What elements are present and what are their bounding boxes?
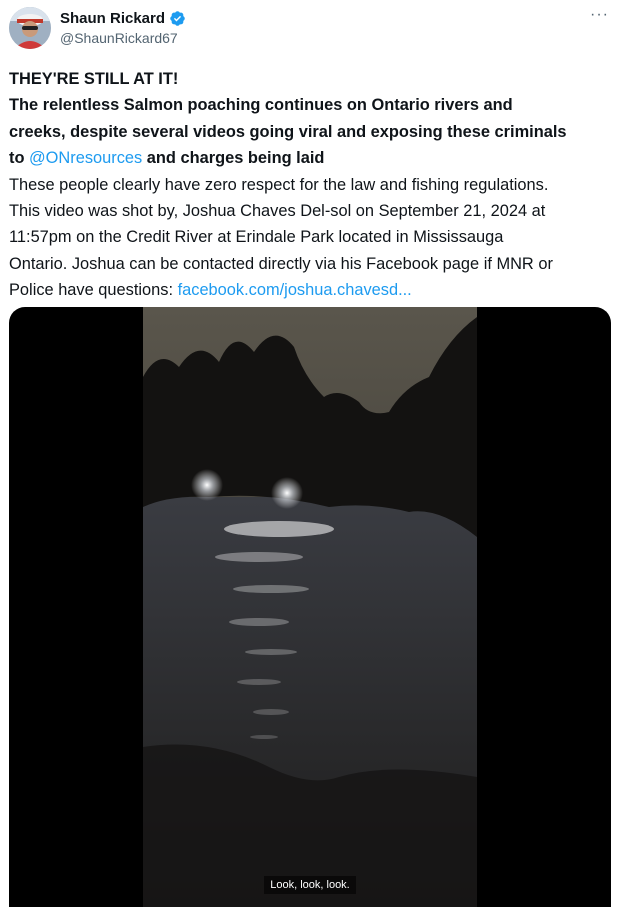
verified-badge-icon bbox=[169, 10, 186, 27]
post-body-line-5: Police have questions: facebook.com/josh… bbox=[9, 277, 617, 303]
more-options-icon[interactable]: ··· bbox=[590, 6, 609, 24]
video-player[interactable]: Look, look, look. bbox=[9, 307, 611, 907]
video-caption-text: Look, look, look. bbox=[264, 876, 356, 894]
post-headline: THEY'RE STILL AT IT! bbox=[9, 70, 179, 88]
user-avatar-icon bbox=[9, 7, 51, 49]
facebook-link[interactable]: facebook.com/joshua.chavesd... bbox=[178, 281, 412, 299]
post-bold-line-3-start: to bbox=[9, 149, 30, 168]
video-caption: Look, look, look. bbox=[9, 875, 611, 894]
author-handle[interactable]: @ShaunRickard67 bbox=[60, 30, 186, 46]
post-card: Shaun Rickard @ShaunRickard67 ··· THEY'R… bbox=[0, 0, 623, 907]
author-info: Shaun Rickard @ShaunRickard67 bbox=[60, 9, 186, 46]
video-frame bbox=[143, 307, 477, 907]
post-body-line-1: These people clearly have zero respect f… bbox=[9, 175, 549, 194]
post-body-line-4: Ontario. Joshua can be contacted directl… bbox=[9, 254, 553, 273]
post-bold-line-2: creeks, despite several videos going vir… bbox=[9, 122, 567, 141]
post-bold-line-3: to @ONresources and charges being laid bbox=[9, 145, 617, 171]
post-body-line-5-start: Police have questions: bbox=[9, 281, 178, 300]
post-body-line-3: 11:57pm on the Credit River at Erindale … bbox=[9, 228, 504, 247]
author-name[interactable]: Shaun Rickard bbox=[60, 10, 165, 27]
author-avatar[interactable] bbox=[9, 7, 51, 49]
post-text: THEY'RE STILL AT IT! The relentless Salm… bbox=[9, 66, 617, 304]
post-bold-line-1: The relentless Salmon poaching continues… bbox=[9, 96, 513, 115]
post-body-line-2: This video was shot by, Joshua Chaves De… bbox=[9, 202, 546, 221]
mention-link[interactable]: @ONresources bbox=[29, 149, 142, 167]
post-bold-line-3-end: and charges being laid bbox=[142, 149, 325, 168]
